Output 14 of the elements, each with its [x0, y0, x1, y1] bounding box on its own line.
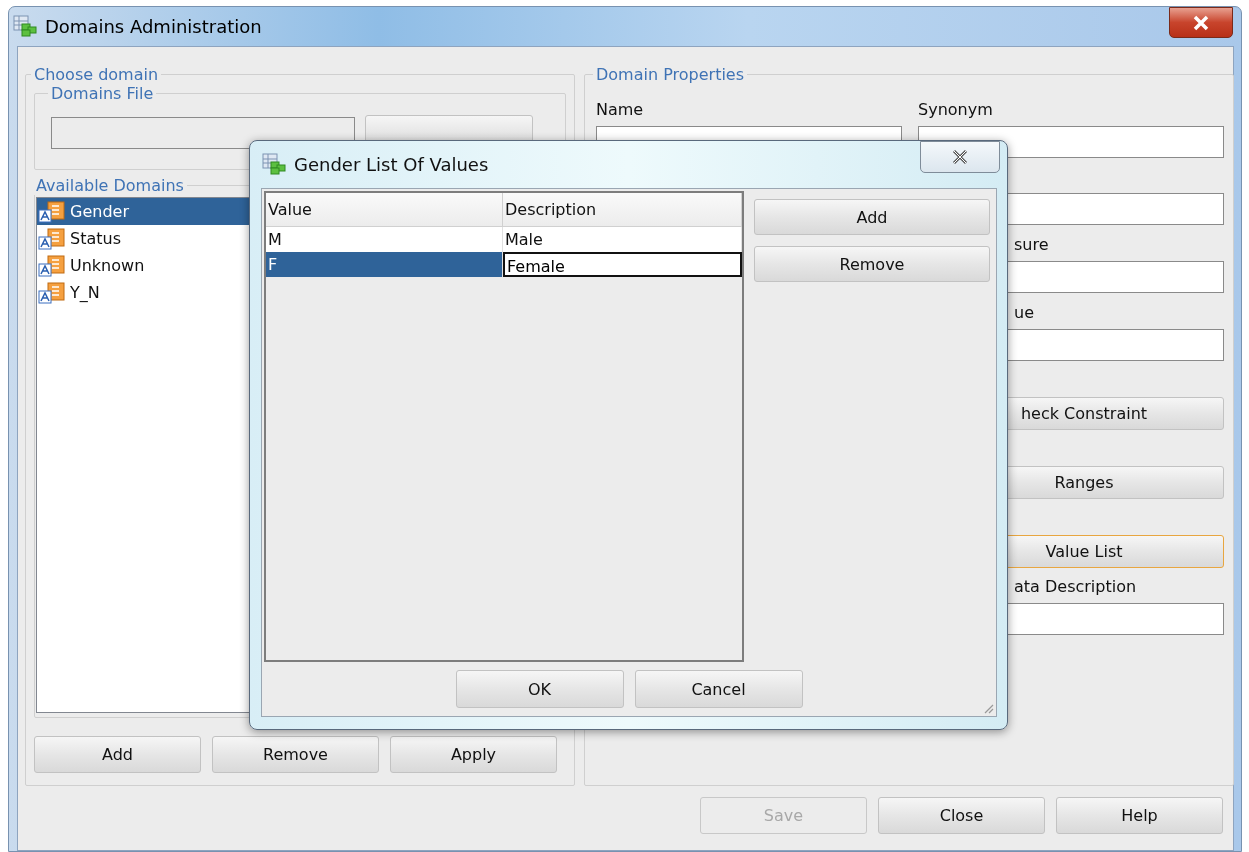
field-label: Synonym	[918, 99, 994, 121]
field-label: ata Description	[1013, 576, 1138, 598]
group-title: Domain Properties	[595, 65, 746, 84]
window-title: Domains Administration	[45, 15, 262, 37]
group-title: Choose domain	[33, 65, 160, 84]
group-title: Domains File	[50, 84, 155, 103]
field-label: sure	[1013, 234, 1050, 256]
table-cell: F	[266, 252, 503, 277]
table-cell: M	[266, 227, 503, 252]
table-cell: Male	[503, 227, 742, 252]
field-label: Name	[596, 99, 645, 121]
group-title: Available Domains	[35, 176, 185, 195]
field-label: ue	[1013, 302, 1035, 324]
dialog-title: Gender List Of Values	[294, 153, 489, 175]
